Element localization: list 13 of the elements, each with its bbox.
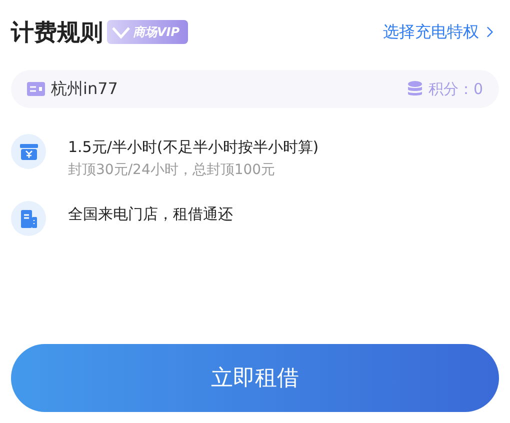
building-icon [20,210,36,228]
wallet-icon [20,144,38,160]
section-title: 计费规则 [11,18,103,48]
points-label: 积分：0 [428,80,483,98]
store-name: 杭州in77 [51,78,118,100]
rule-text: 1.5元/半小时(不足半小时按半小时算) [68,138,319,157]
card-icon [27,82,45,96]
rule-subtext: 封顶30元/24小时，总封顶100元 [68,161,276,179]
coins-icon [408,81,422,97]
rule-text: 全国来电门店，租借通还 [68,205,233,224]
rent-button[interactable]: 立即租借 [11,344,499,412]
vip-badge: 商场VIP [107,20,188,44]
privilege-link[interactable]: 选择充电特权 [383,22,499,42]
